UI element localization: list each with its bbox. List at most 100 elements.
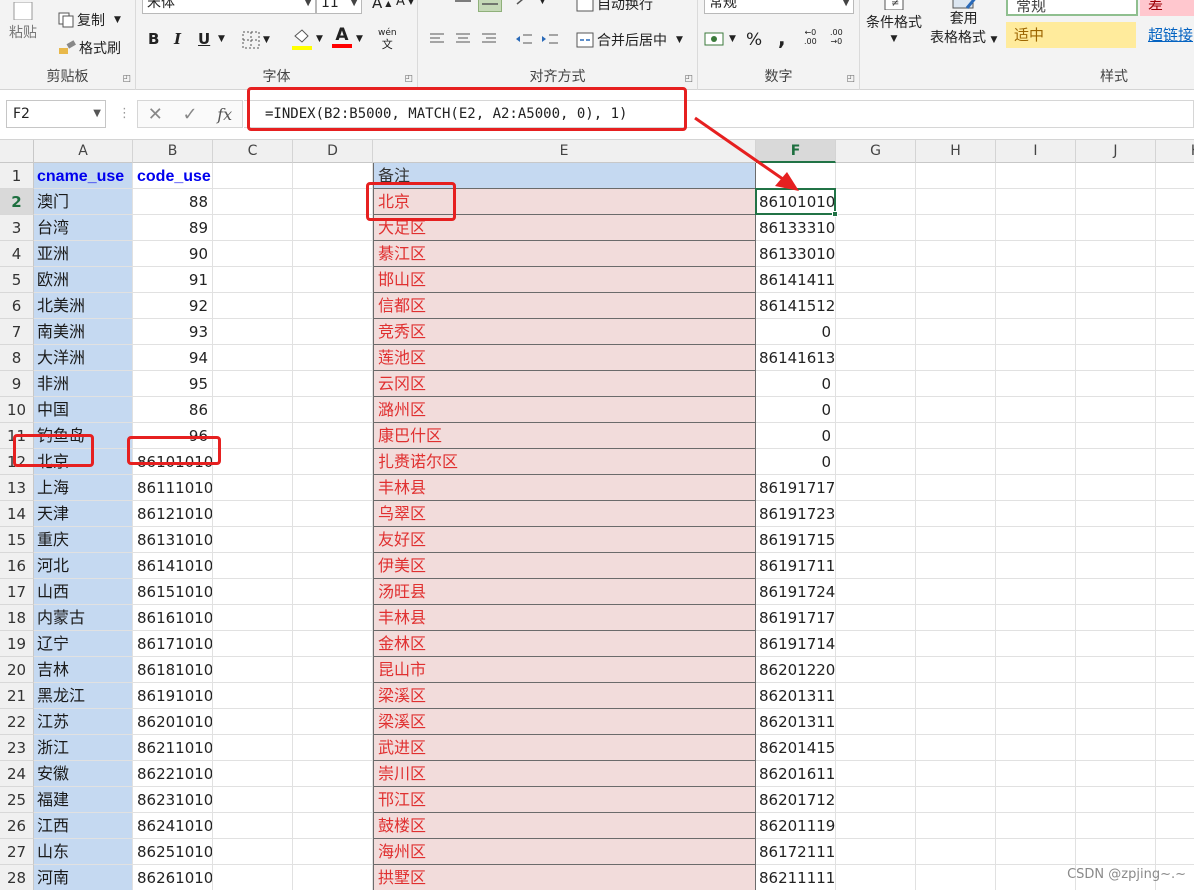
cell-empty[interactable] xyxy=(916,761,996,787)
cell-empty[interactable] xyxy=(293,787,373,813)
cell-empty[interactable] xyxy=(1076,189,1156,215)
cell-empty[interactable] xyxy=(996,813,1076,839)
cell-empty[interactable] xyxy=(996,683,1076,709)
cell-code[interactable]: 91 xyxy=(133,267,213,293)
cell-empty[interactable] xyxy=(916,423,996,449)
cell-empty[interactable] xyxy=(836,787,916,813)
cell-empty[interactable] xyxy=(1076,553,1156,579)
cell-empty[interactable] xyxy=(293,423,373,449)
cell-empty[interactable] xyxy=(836,605,916,631)
cell-code[interactable]: 92 xyxy=(133,293,213,319)
cell-empty[interactable] xyxy=(836,683,916,709)
cell-empty[interactable] xyxy=(1076,579,1156,605)
cell-empty[interactable] xyxy=(996,839,1076,865)
cell-empty[interactable] xyxy=(1076,631,1156,657)
increase-decimal-button[interactable]: ←0.00 xyxy=(804,28,817,46)
cell-empty[interactable] xyxy=(1156,501,1194,527)
align-left-button[interactable] xyxy=(428,32,446,46)
cell-cname[interactable]: 吉林 xyxy=(34,657,133,683)
cell-code[interactable]: 86201010 xyxy=(133,709,213,735)
cell-i1[interactable] xyxy=(996,163,1076,189)
cell-empty[interactable] xyxy=(293,605,373,631)
cell-cname[interactable]: 山西 xyxy=(34,579,133,605)
row-header[interactable]: 8 xyxy=(0,345,34,371)
row-header[interactable]: 5 xyxy=(0,267,34,293)
orientation-button[interactable]: ▼ xyxy=(514,0,546,10)
cell-empty[interactable] xyxy=(293,475,373,501)
cell-cname[interactable]: 南美洲 xyxy=(34,319,133,345)
cell-empty[interactable] xyxy=(213,527,293,553)
cell-empty[interactable] xyxy=(1156,475,1194,501)
column-header-a[interactable]: A xyxy=(34,140,133,163)
cell-cname[interactable]: 台湾 xyxy=(34,215,133,241)
cell-remark[interactable]: 云冈区 xyxy=(373,371,756,397)
cell-empty[interactable] xyxy=(996,657,1076,683)
cell-remark[interactable]: 邯山区 xyxy=(373,267,756,293)
formula-bar-grip-icon[interactable]: ⋮ xyxy=(118,106,131,121)
row-header[interactable]: 25 xyxy=(0,787,34,813)
row-header[interactable]: 15 xyxy=(0,527,34,553)
cell-empty[interactable] xyxy=(293,735,373,761)
cell-empty[interactable] xyxy=(213,267,293,293)
align-center-button[interactable] xyxy=(454,32,472,46)
cell-result[interactable]: 86141512 xyxy=(756,293,836,319)
cell-cname[interactable]: 福建 xyxy=(34,787,133,813)
cell-empty[interactable] xyxy=(916,683,996,709)
font-color-dropdown-icon[interactable]: ▼ xyxy=(356,34,363,44)
column-header-k[interactable]: K xyxy=(1156,140,1194,163)
cell-empty[interactable] xyxy=(293,189,373,215)
grow-font-icon[interactable]: A ▲ xyxy=(372,0,391,12)
cell-code[interactable]: 90 xyxy=(133,241,213,267)
cell-empty[interactable] xyxy=(1156,241,1194,267)
cell-result[interactable]: 86191714 xyxy=(756,631,836,657)
cell-empty[interactable] xyxy=(1076,319,1156,345)
cell-remark[interactable]: 伊美区 xyxy=(373,553,756,579)
cell-cname[interactable]: 内蒙古 xyxy=(34,605,133,631)
cell-empty[interactable] xyxy=(1076,501,1156,527)
cell-empty[interactable] xyxy=(1156,267,1194,293)
cell-empty[interactable] xyxy=(213,501,293,527)
cell-empty[interactable] xyxy=(213,683,293,709)
align-right-button[interactable] xyxy=(480,32,498,46)
cell-code[interactable]: 86181010 xyxy=(133,657,213,683)
cell-result[interactable]: 86141411 xyxy=(756,267,836,293)
column-header-b[interactable]: B xyxy=(133,140,213,163)
cell-empty[interactable] xyxy=(1156,839,1194,865)
cell-remark[interactable]: 邗江区 xyxy=(373,787,756,813)
cell-code[interactable]: 86111010 xyxy=(133,475,213,501)
cell-empty[interactable] xyxy=(996,475,1076,501)
cell-empty[interactable] xyxy=(996,241,1076,267)
cell-empty[interactable] xyxy=(293,215,373,241)
row-header[interactable]: 14 xyxy=(0,501,34,527)
cell-code[interactable]: 86101010 xyxy=(133,449,213,475)
cell-empty[interactable] xyxy=(213,423,293,449)
cell-empty[interactable] xyxy=(836,631,916,657)
column-header-e[interactable]: E xyxy=(373,140,756,163)
cell-empty[interactable] xyxy=(996,423,1076,449)
row-header[interactable]: 23 xyxy=(0,735,34,761)
cell-empty[interactable] xyxy=(916,553,996,579)
cell-empty[interactable] xyxy=(916,839,996,865)
cell-cname[interactable]: 河南 xyxy=(34,865,133,890)
cell-empty[interactable] xyxy=(836,293,916,319)
cell-empty[interactable] xyxy=(836,579,916,605)
cell-remark[interactable]: 潞州区 xyxy=(373,397,756,423)
cell-remark[interactable]: 莲池区 xyxy=(373,345,756,371)
cell-empty[interactable] xyxy=(293,579,373,605)
cell-empty[interactable] xyxy=(213,371,293,397)
cell-result[interactable]: 86201119 xyxy=(756,813,836,839)
cell-empty[interactable] xyxy=(836,475,916,501)
cell-empty[interactable] xyxy=(1156,527,1194,553)
cell-remark[interactable]: 海州区 xyxy=(373,839,756,865)
align-middle-button[interactable] xyxy=(478,0,502,12)
row-header[interactable]: 21 xyxy=(0,683,34,709)
cell-empty[interactable] xyxy=(1156,709,1194,735)
cell-empty[interactable] xyxy=(836,709,916,735)
cell-empty[interactable] xyxy=(213,553,293,579)
cell-empty[interactable] xyxy=(1156,553,1194,579)
cell-code[interactable]: 86191010 xyxy=(133,683,213,709)
cell-empty[interactable] xyxy=(916,579,996,605)
cell-empty[interactable] xyxy=(1076,761,1156,787)
increase-indent-button[interactable] xyxy=(540,32,560,46)
row-header[interactable]: 28 xyxy=(0,865,34,890)
